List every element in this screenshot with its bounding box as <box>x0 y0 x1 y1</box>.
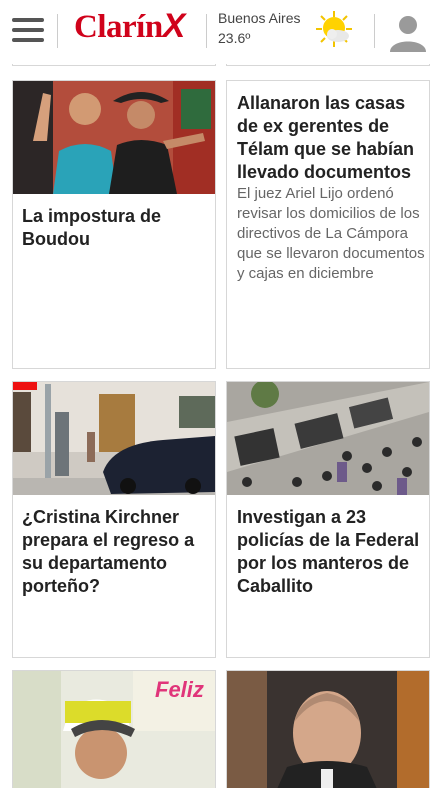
header-divider <box>206 14 207 48</box>
header-divider <box>57 14 58 48</box>
article-photo <box>13 81 215 194</box>
article-card[interactable]: Allanaron las casas de ex gerentes de Té… <box>226 80 430 369</box>
weather-widget[interactable]: Buenos Aires 23.6º <box>218 8 301 48</box>
user-icon[interactable] <box>388 12 428 52</box>
article-card[interactable]: Investigan a 23 policías de la Federal p… <box>226 381 430 658</box>
header-divider <box>374 14 375 48</box>
article-headline[interactable]: Allanaron las casas de ex gerentes de Té… <box>237 92 427 184</box>
hamburger-icon[interactable] <box>12 18 44 42</box>
weather-city: Buenos Aires <box>218 10 301 26</box>
clarin-logo[interactable]: ClarínX <box>74 6 185 47</box>
article-photo <box>227 382 429 495</box>
section-tag <box>13 382 37 390</box>
article-headline[interactable]: Investigan a 23 policías de la Federal p… <box>237 506 427 598</box>
article-photo <box>13 382 215 495</box>
article-card[interactable] <box>226 670 430 788</box>
article-card[interactable]: ¿Cristina Kirchner prepara el regreso a … <box>12 381 216 658</box>
image-text: Feliz <box>155 677 204 702</box>
article-card[interactable]: Feliz <box>12 670 216 788</box>
article-photo <box>227 671 429 788</box>
weather-temp: 23.6º <box>218 30 251 46</box>
article-headline[interactable]: La impostura de Boudou <box>22 205 208 251</box>
article-card[interactable]: La impostura de Boudou <box>12 80 216 369</box>
article-summary: El juez Ariel Lijo ordenó revisar los do… <box>237 185 425 282</box>
article-headline[interactable]: ¿Cristina Kirchner prepara el regreso a … <box>22 506 212 598</box>
sun-cloud-icon <box>316 11 352 47</box>
top-header: ClarínX Buenos Aires 23.6º <box>0 0 443 64</box>
